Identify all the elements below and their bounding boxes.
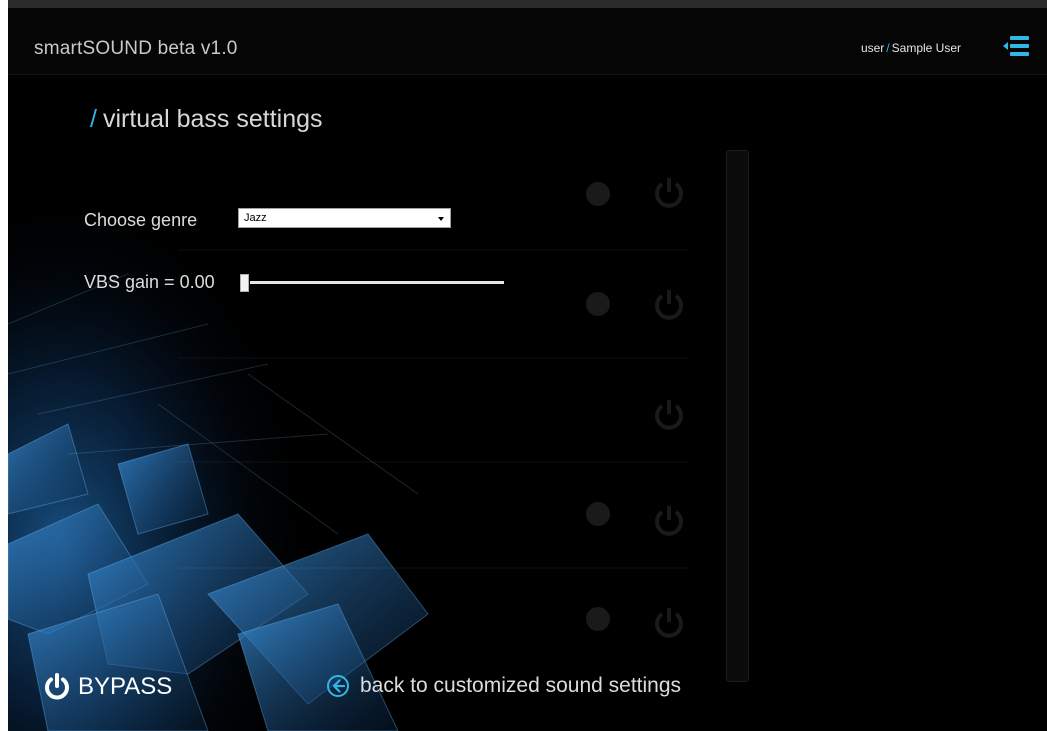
user-label: user [860,41,885,55]
menu-list-icon[interactable] [1003,34,1029,58]
chevron-down-icon [438,217,444,221]
app-window: smartSOUND beta v1.0 user / Sample User / v… [8,0,1047,731]
arrow-left-circle-icon [327,675,349,697]
scrollbar-track[interactable] [726,150,749,682]
back-label: back to customized sound settings [360,674,682,697]
title-slash: / [90,105,97,133]
back-to-customized-settings-link[interactable]: back to customized sound settings [326,674,681,698]
window-top-strip [8,0,1047,8]
vbs-gain-slider-track[interactable] [250,281,504,284]
genre-select[interactable]: Jazz [238,208,451,228]
genre-selected-value: Jazz [244,212,267,224]
user-name: Sample User [891,41,961,55]
vbs-gain-label: VBS gain = 0.00 [84,272,215,292]
page-title: / virtual bass settings [90,105,323,134]
app-header: smartSOUND beta v1.0 user / Sample User [8,8,1047,75]
bypass-label: BYPASS [78,673,173,700]
bypass-button[interactable]: BYPASS [42,672,172,702]
vbs-gain-slider-thumb[interactable] [240,274,249,292]
app-title: smartSOUND beta v1.0 [34,38,238,59]
user-info: user / Sample User [861,41,961,55]
background-art [8,74,1047,731]
genre-label: Choose genre [84,210,198,230]
power-icon [45,673,69,700]
title-text: virtual bass settings [102,105,323,133]
user-separator: / [886,41,890,55]
